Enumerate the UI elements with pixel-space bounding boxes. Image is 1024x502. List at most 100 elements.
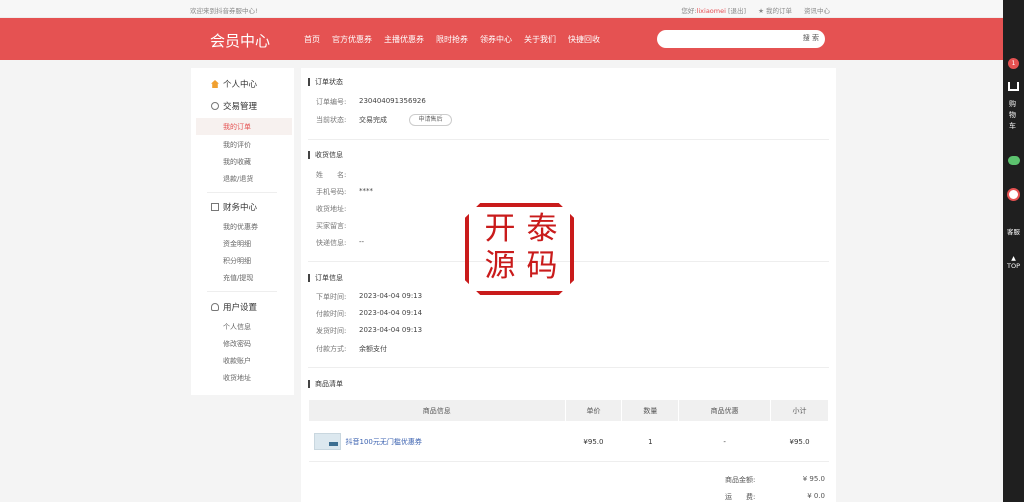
sidebar-item-points[interactable]: 积分明细 <box>223 256 251 266</box>
receiver-row: 收货地址: <box>316 204 359 214</box>
field-label: 付款方式: <box>316 345 347 353</box>
field-value: 余额支付 <box>359 345 387 353</box>
sidebar-item-profile[interactable]: 个人信息 <box>223 322 251 332</box>
stamp-char: 源 <box>484 248 516 284</box>
nav-official-coupons[interactable]: 官方优惠券 <box>332 34 372 45</box>
subtotal-cell: ¥95.0 <box>770 421 829 462</box>
qty-cell: 1 <box>621 421 679 462</box>
site-logo[interactable]: 会员中心 <box>210 30 270 51</box>
section-divider <box>308 139 829 140</box>
sidebar-item-coupons[interactable]: 我的优惠券 <box>223 222 258 232</box>
receiver-row: 手机号码: **** <box>316 187 373 197</box>
cart-icon[interactable] <box>1008 82 1019 91</box>
summary-value: ¥ 95.0 <box>802 475 825 483</box>
shipping-row: 运 费: ¥ 0.0 <box>725 492 825 502</box>
order-number-row: 订单编号: 230404091356926 <box>316 97 426 107</box>
back-to-top-button[interactable]: ▲ TOP <box>1006 255 1021 270</box>
username-link[interactable]: lixiaomei <box>697 7 726 15</box>
sidebar-finance-title: 财务中心 <box>211 201 257 213</box>
search-button[interactable]: 搜 索 <box>803 33 819 43</box>
user-title-label: 用户设置 <box>223 303 258 313</box>
stamp-char: 开 <box>484 211 516 247</box>
table-header-row: 商品信息 单价 数量 商品优惠 小计 <box>308 399 829 422</box>
top-bar: 欢迎来到抖音券服中心! 您好:lixiaomei [退出] ★ 我的订单 资讯中… <box>0 0 1003 18</box>
sidebar-item-address[interactable]: 收货地址 <box>223 373 251 383</box>
sidebar-item-recharge[interactable]: 充值/提现 <box>223 273 253 283</box>
service-avatar-icon[interactable] <box>1007 188 1020 201</box>
top-links: 您好:lixiaomei [退出] ★ 我的订单 资讯中心 <box>681 5 830 15</box>
customer-service-label[interactable]: 客服 <box>1007 226 1020 236</box>
finance-title-label: 财务中心 <box>223 203 258 213</box>
field-label: 手机号码: <box>316 188 347 196</box>
sidebar-item-payout-account[interactable]: 收款账户 <box>223 356 251 366</box>
column-header: 商品信息 <box>308 399 566 422</box>
stamp-char: 码 <box>526 248 558 284</box>
product-cell: 抖音100元无门槛优惠券 <box>308 421 566 462</box>
field-value: 2023-04-04 09:13 <box>359 292 423 300</box>
sidebar-user-title: 用户设置 <box>211 301 257 313</box>
nav-coupon-center[interactable]: 领券中心 <box>480 34 512 45</box>
user-greeting: 您好:lixiaomei [退出] <box>681 5 746 15</box>
discount-cell: - <box>678 421 771 462</box>
order-number-value: 230404091356926 <box>359 97 426 105</box>
sidebar-item-funds[interactable]: 资金明细 <box>223 239 251 249</box>
summary-label: 商品金额: <box>725 476 756 484</box>
nav-anchor-coupons[interactable]: 主播优惠券 <box>384 34 424 45</box>
news-link[interactable]: 资讯中心 <box>804 5 830 15</box>
order-info-row: 付款时间: 2023-04-04 09:14 <box>316 309 422 319</box>
sidebar-divider <box>207 291 277 292</box>
main-nav: 首页 官方优惠券 主播优惠券 限时抢券 领券中心 关于我们 快捷回收 <box>304 34 600 45</box>
goods-table: 商品信息 单价 数量 商品优惠 小计 抖音100元无门槛优惠券 ¥95.0 1 … <box>308 399 829 462</box>
nav-home[interactable]: 首页 <box>304 34 320 45</box>
summary-label: 运 费: <box>725 493 756 501</box>
receiver-row: 买家留言: <box>316 221 359 231</box>
after-sale-button[interactable]: 申请售后 <box>409 114 452 126</box>
price-cell: ¥95.0 <box>565 421 622 462</box>
sidebar-divider <box>207 192 277 193</box>
order-number-label: 订单编号: <box>316 98 347 106</box>
cart-count-badge: 1 <box>1008 58 1019 69</box>
sidebar-item-favorites[interactable]: 我的收藏 <box>223 157 251 167</box>
goods-amount-row: 商品金额: ¥ 95.0 <box>725 475 825 485</box>
nav-flash-coupons[interactable]: 限时抢券 <box>436 34 468 45</box>
header: 会员中心 首页 官方优惠券 主播优惠券 限时抢券 领券中心 关于我们 快捷回收 … <box>0 18 1003 60</box>
column-header: 数量 <box>621 399 680 422</box>
field-label: 下单时间: <box>316 293 347 301</box>
sidebar-item-my-reviews[interactable]: 我的评价 <box>223 140 251 150</box>
nav-about[interactable]: 关于我们 <box>524 34 556 45</box>
my-orders-link[interactable]: ★ 我的订单 <box>758 5 792 15</box>
sidebar-item-refunds[interactable]: 退款/退货 <box>223 174 253 184</box>
order-status-title: 订单状态 <box>308 78 343 86</box>
chevron-up-icon: ▲ <box>1011 255 1016 262</box>
field-value: 2023-04-04 09:13 <box>359 326 423 334</box>
greeting-label: 您好: <box>681 7 697 15</box>
sidebar-personal-center[interactable]: 个人中心 <box>211 78 257 90</box>
home-icon <box>211 80 219 88</box>
wechat-icon[interactable] <box>1008 156 1020 165</box>
personal-center-label: 个人中心 <box>223 80 258 90</box>
receiver-title: 收货信息 <box>308 151 343 159</box>
summary-value: ¥ 0.0 <box>807 492 825 500</box>
product-thumbnail[interactable] <box>313 433 341 450</box>
section-divider <box>308 367 829 368</box>
product-name-link[interactable]: 抖音100元无门槛优惠券 <box>346 437 422 447</box>
product-info: 抖音100元无门槛优惠券 <box>309 433 566 450</box>
field-value: 2023-04-04 09:14 <box>359 309 423 317</box>
welcome-text: 欢迎来到抖音券服中心! <box>190 7 258 15</box>
logout-link[interactable]: [退出] <box>728 7 746 15</box>
sidebar-item-password[interactable]: 修改密码 <box>223 339 251 349</box>
sidebar-item-my-orders[interactable]: 我的订单 <box>196 118 292 135</box>
watermark-stamp: 开 泰 源 码 <box>461 199 578 299</box>
column-header: 商品优惠 <box>678 399 772 422</box>
order-status-row: 当前状态: 交易完成 <box>316 115 387 125</box>
wallet-icon <box>211 203 219 211</box>
cart-label[interactable]: 购物车 <box>1009 99 1018 132</box>
nav-recycle[interactable]: 快捷回收 <box>568 34 600 45</box>
field-label: 发货时间: <box>316 327 347 335</box>
order-info-row: 下单时间: 2023-04-04 09:13 <box>316 292 422 302</box>
table-row: 抖音100元无门槛优惠券 ¥95.0 1 - ¥95.0 <box>308 421 829 462</box>
search-input[interactable]: 搜 索 <box>657 30 825 48</box>
sidebar: 个人中心 交易管理 我的订单 我的评价 我的收藏 退款/退货 财务中心 我的优惠… <box>191 68 294 395</box>
trade-icon <box>211 102 219 110</box>
stamp-text: 开 泰 源 码 <box>479 211 563 285</box>
